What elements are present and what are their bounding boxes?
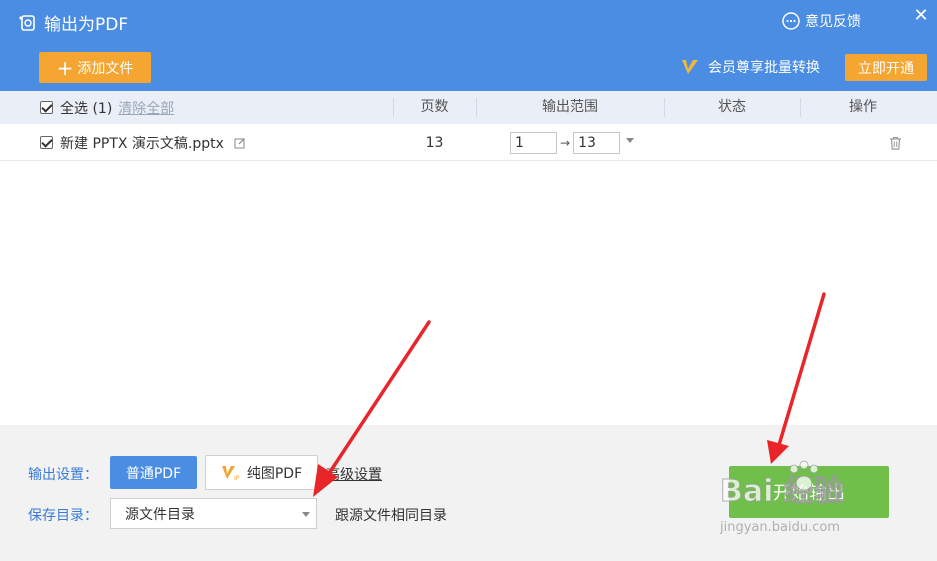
feedback-label: 意见反馈	[805, 14, 861, 30]
pure-pdf-label: 纯图PDF	[246, 465, 303, 482]
trash-icon[interactable]	[889, 136, 902, 150]
normal-pdf-button[interactable]: 普通PDF	[110, 456, 197, 489]
action-cell	[889, 124, 902, 161]
plus-icon: +	[56, 55, 74, 80]
vip-v-icon	[682, 60, 698, 74]
column-header-range: 输出范围	[542, 99, 598, 115]
window-title: 输出为PDF	[18, 10, 128, 35]
save-directory-note: 跟源文件相同目录	[335, 508, 447, 524]
range-arrow: →	[560, 135, 571, 150]
window-title-text: 输出为PDF	[44, 15, 129, 35]
select-all[interactable]: 全选 (1) 清除全部	[40, 91, 174, 124]
vip-badge-icon: IP	[221, 465, 240, 482]
open-membership-button[interactable]: 立即开通	[845, 54, 927, 81]
pure-image-pdf-button[interactable]: IP 纯图PDF	[205, 455, 318, 490]
advanced-settings-link[interactable]: 高级设置	[326, 464, 382, 484]
start-export-button[interactable]: 开始输出	[729, 466, 889, 518]
select-all-checkbox[interactable]	[40, 101, 53, 114]
output-settings-panel: 输出设置： 普通PDF IP 纯图PDF 高级设置 保存目录： 源文件目录 跟源…	[0, 425, 937, 561]
chat-bubble-icon	[782, 12, 800, 30]
save-directory-select[interactable]: 源文件目录	[110, 498, 317, 529]
vip-note-text: 会员尊享批量转换	[708, 60, 820, 76]
row-checkbox[interactable]	[40, 136, 53, 149]
table-row: 新建 PPTX 演示文稿.pptx 13 →	[0, 124, 937, 161]
output-settings-label: 输出设置：	[28, 467, 98, 483]
range-to-input[interactable]	[573, 131, 621, 154]
status-cell	[664, 124, 800, 161]
title-bar: 输出为PDF 意见反馈 ✕ + 添加文件 会员尊享批量转换 立即开通	[0, 0, 937, 91]
range-cell: →	[510, 124, 635, 161]
vip-batch-note: 会员尊享批量转换	[680, 57, 820, 77]
select-all-label: 全选 (1)	[60, 100, 113, 117]
feedback-button[interactable]: 意见反馈	[781, 11, 861, 31]
page-count: 13	[425, 134, 444, 151]
column-header-status: 状态	[718, 99, 746, 115]
add-file-button[interactable]: + 添加文件	[39, 52, 151, 83]
close-button[interactable]: ✕	[911, 6, 931, 26]
column-header-action: 操作	[849, 99, 877, 115]
add-file-label: 添加文件	[77, 60, 134, 77]
range-from-input[interactable]	[510, 131, 557, 154]
range-dropdown-icon[interactable]	[626, 138, 635, 143]
clear-all-link[interactable]: 清除全部	[118, 98, 174, 118]
file-name: 新建 PPTX 演示文稿.pptx	[60, 135, 224, 152]
svg-text:IP: IP	[234, 475, 240, 482]
save-directory-label: 保存目录：	[28, 508, 98, 524]
file-name-cell: 新建 PPTX 演示文稿.pptx	[40, 124, 246, 161]
save-directory-value: 源文件目录	[125, 506, 195, 523]
file-table: 全选 (1) 清除全部 页数 输出范围 状态 操作 新建 PPTX 演示文稿.p…	[0, 91, 937, 425]
pdf-export-icon	[19, 14, 35, 31]
column-header-pages: 页数	[420, 99, 449, 115]
edit-icon[interactable]	[234, 137, 246, 149]
chevron-down-icon	[302, 512, 310, 517]
table-header: 全选 (1) 清除全部 页数 输出范围 状态 操作	[0, 91, 937, 124]
